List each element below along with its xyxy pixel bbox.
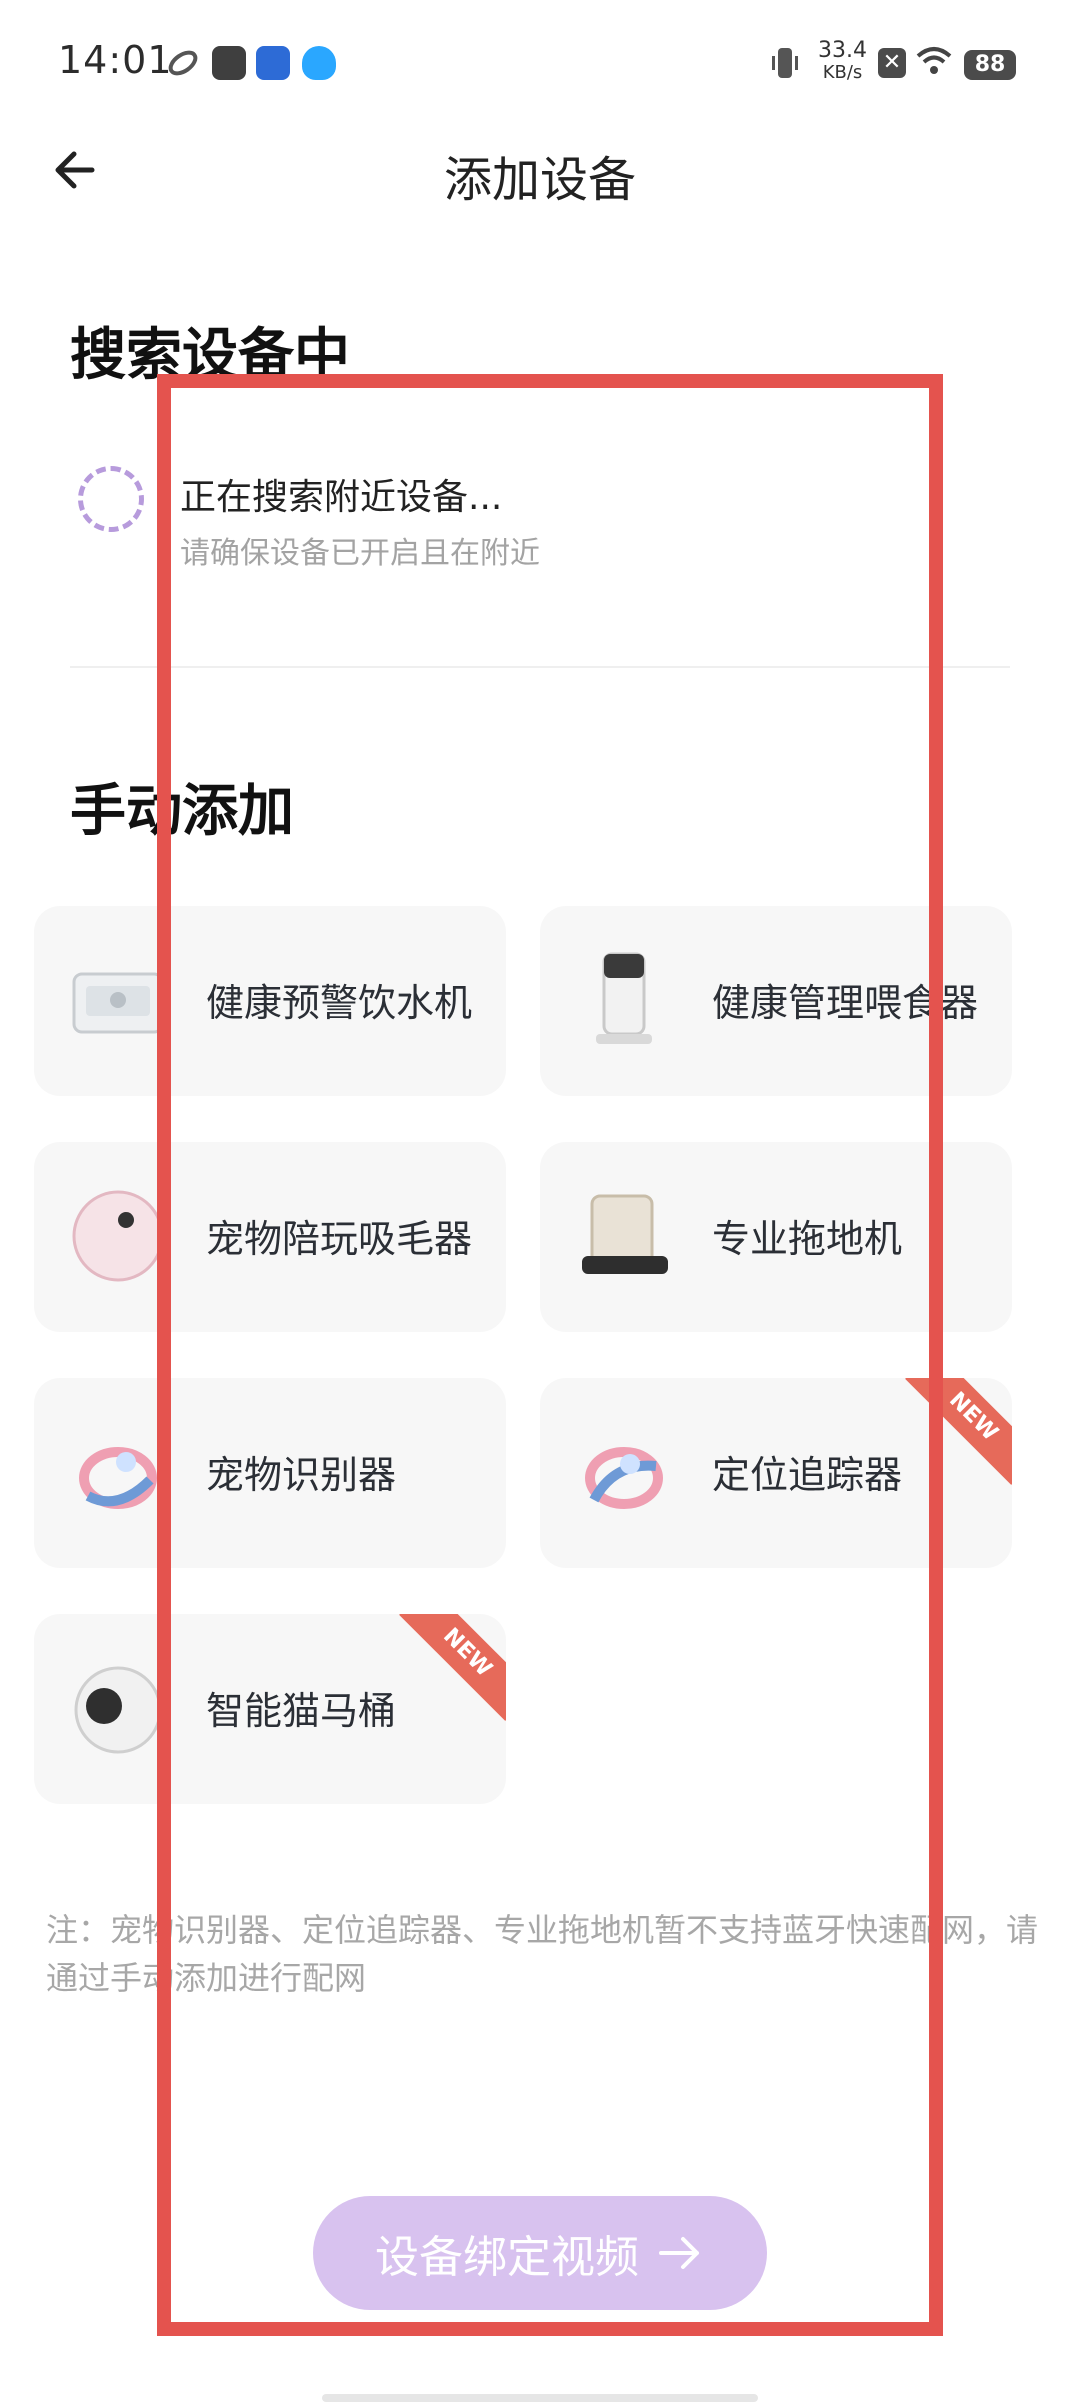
new-badge: NEW: [399, 1614, 506, 1721]
device-card-label: 定位追踪器: [712, 1453, 903, 1497]
video-button-label: 设备绑定视频: [375, 2232, 639, 2283]
device-card-cat-toilet[interactable]: 智能猫马桶 NEW: [34, 1614, 506, 1804]
device-card-hair-vacuum[interactable]: 宠物陪玩吸毛器: [34, 1142, 506, 1332]
device-card-label: 健康管理喂食器: [712, 981, 979, 1025]
section-divider: [70, 666, 1010, 668]
water-dispenser-icon: [68, 950, 168, 1050]
network-speed-unit: KB/s: [822, 62, 863, 83]
device-card-label: 健康预警饮水机: [206, 981, 473, 1025]
message-icon: [212, 46, 246, 80]
manual-add-section-title: 手动添加: [70, 779, 294, 844]
device-card-label: 智能猫马桶: [206, 1689, 397, 1733]
note-text: 注：宠物识别器、定位追踪器、专业拖地机暂不支持蓝牙快速配网，请通过手动添加进行配…: [46, 1911, 1039, 1997]
hair-vacuum-icon: [68, 1186, 168, 1286]
network-speed: 33.4 KB/s: [818, 40, 867, 84]
device-card-mopping-robot[interactable]: 专业拖地机: [540, 1142, 1012, 1332]
feeder-icon: [574, 950, 674, 1050]
qq-icon: [302, 46, 336, 80]
new-badge: NEW: [905, 1378, 1012, 1485]
device-card-label: 专业拖地机: [712, 1217, 903, 1261]
device-card-tracker[interactable]: 定位追踪器 NEW: [540, 1378, 1012, 1568]
vibrate-icon: [770, 46, 800, 80]
status-time: 14:01: [58, 38, 173, 82]
device-card-water-dispenser[interactable]: 健康预警饮水机: [34, 906, 506, 1096]
search-hint-text: 请确保设备已开启且在附近: [180, 536, 540, 571]
arrow-right-icon: [659, 2237, 699, 2269]
home-indicator[interactable]: [322, 2394, 758, 2402]
loading-spinner-icon: [78, 466, 144, 532]
page-title: 添加设备: [443, 152, 636, 208]
device-binding-video-button[interactable]: 设备绑定视频: [313, 2196, 767, 2310]
wifi-icon: [914, 44, 954, 78]
tracker-collar-icon: [574, 1422, 674, 1522]
cat-toilet-icon: [68, 1658, 168, 1758]
no-sim-icon: ✕: [878, 48, 906, 78]
device-card-pet-identifier[interactable]: 宠物识别器: [34, 1378, 506, 1568]
pet-collar-icon: [68, 1422, 168, 1522]
device-card-label: 宠物识别器: [206, 1453, 397, 1497]
network-speed-value: 33.4: [818, 38, 867, 63]
highlight-frame: [157, 374, 943, 2336]
device-card-feeder[interactable]: 健康管理喂食器: [540, 906, 1012, 1096]
searching-section-title: 搜索设备中: [70, 323, 350, 388]
lock-badge-icon: [256, 46, 290, 80]
search-status-text: 正在搜索附近设备...: [180, 477, 503, 518]
device-card-label: 宠物陪玩吸毛器: [206, 1217, 473, 1261]
rugby-ball-icon: [166, 46, 200, 80]
battery-indicator: 88: [964, 50, 1016, 80]
mopping-robot-icon: [574, 1186, 674, 1286]
